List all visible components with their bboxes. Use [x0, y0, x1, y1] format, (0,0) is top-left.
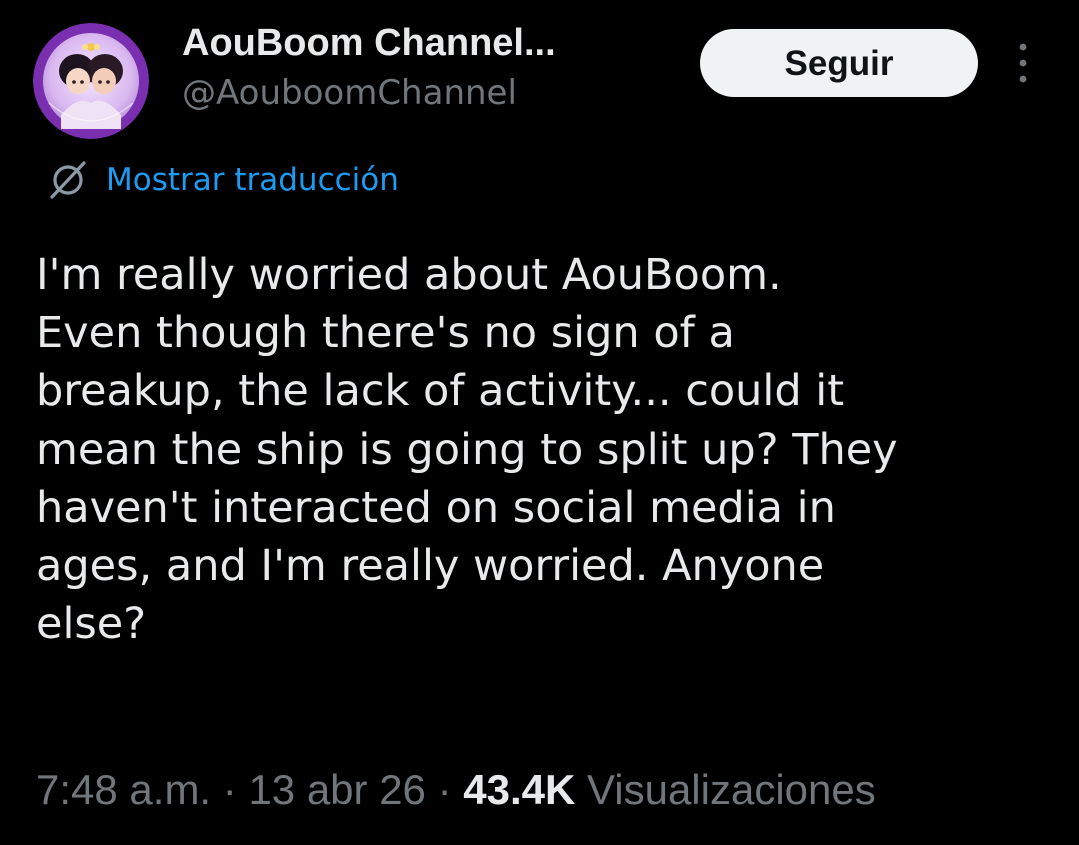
tweet-text: I'm really worried about AouBoom. Even t…: [36, 246, 1056, 653]
show-translation-link[interactable]: Mostrar traducción: [44, 156, 399, 204]
author-info: AouBoom Channel... @AouboomChannel: [182, 18, 682, 118]
profile-avatar-illustration: [33, 23, 149, 139]
vertical-ellipsis-icon: [1019, 43, 1027, 83]
author-handle[interactable]: @AouboomChannel: [182, 68, 682, 118]
meta-separator: ·: [425, 766, 464, 813]
globe-slash-icon: [50, 161, 86, 199]
tweet-card: AouBoom Channel... @AouboomChannel Segui…: [0, 0, 1079, 845]
author-display-name[interactable]: AouBoom Channel...: [182, 18, 682, 68]
views-count[interactable]: 43.4K: [463, 766, 575, 813]
tweet-text-line: ages, and I'm really worried. Anyone: [36, 541, 825, 592]
tweet-text-line: Even though there's no sign of a: [36, 308, 735, 359]
meta-separator: ·: [211, 766, 249, 813]
follow-button[interactable]: Seguir: [700, 29, 978, 97]
more-options-button[interactable]: [1005, 35, 1041, 91]
tweet-text-line: haven't interacted on social media in: [36, 482, 836, 533]
tweet-date[interactable]: 13 abr 26: [248, 766, 425, 813]
tweet-meta: 7:48 a.m. · 13 abr 26 · 43.4K Visualizac…: [36, 762, 876, 818]
tweet-text-line: I'm really worried about AouBoom.: [36, 250, 782, 300]
tweet-text-line: else?: [36, 599, 147, 650]
tweet-text-line: breakup, the lack of activity... could i…: [36, 366, 845, 417]
tweet-time[interactable]: 7:48 a.m.: [36, 766, 211, 813]
views-label: Visualizaciones: [587, 766, 876, 813]
tweet-text-line: mean the ship is going to split up? They: [36, 424, 898, 475]
show-translation-label: Mostrar traducción: [106, 162, 399, 198]
avatar[interactable]: [33, 23, 149, 139]
